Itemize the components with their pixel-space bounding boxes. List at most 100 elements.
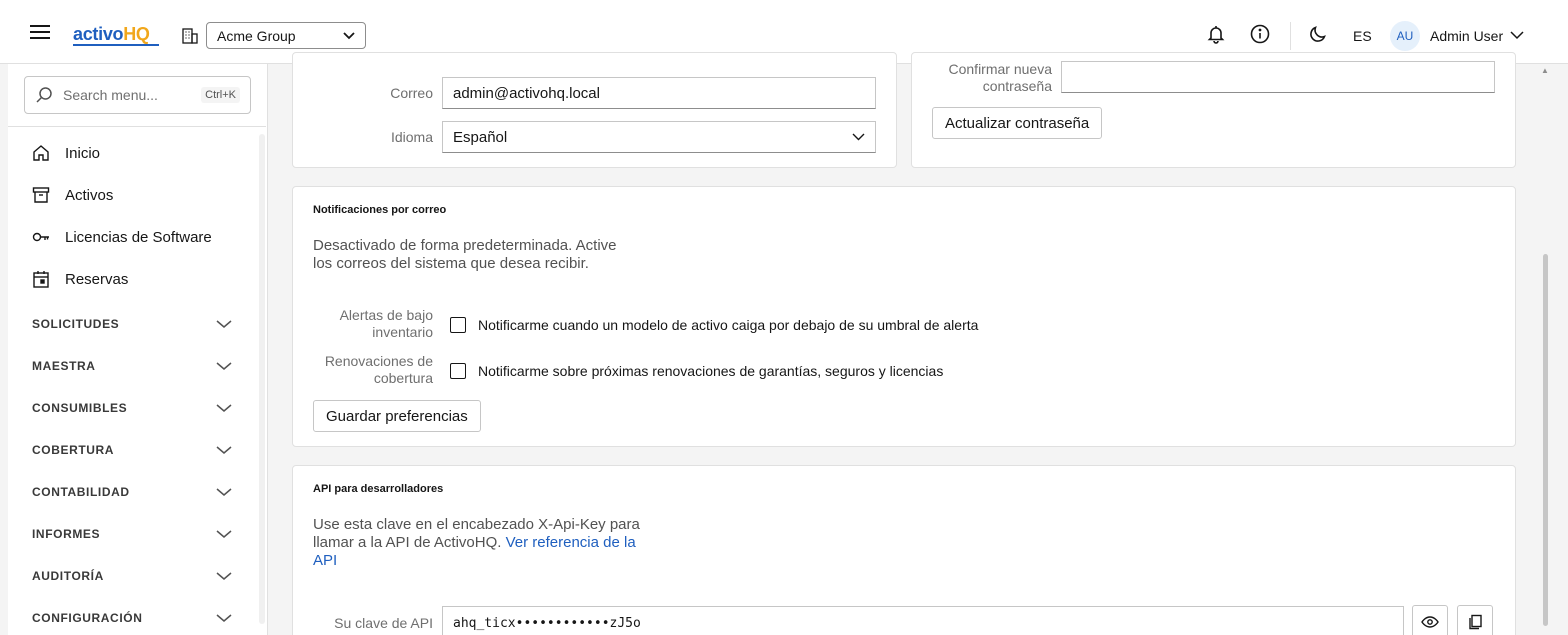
header-divider [1290,22,1291,50]
language-value: Español [453,128,508,146]
app-logo[interactable]: activoHQ [73,24,150,45]
sidebar-item-label: Activos [65,186,114,204]
sidebar-section-configuracion[interactable]: CONFIGURACIÓN [32,611,232,625]
renewals-label-line2: cobertura [373,370,433,386]
language-select[interactable]: Español [442,121,876,153]
chevron-down-icon [216,320,232,328]
confirm-password-label: Confirmar nueva contraseña [932,61,1053,95]
api-key-label: Su clave de API [334,615,433,631]
api-key-field[interactable]: ahq_ticx••••••••••••zJ5o [442,606,1404,635]
sidebar-section-informes[interactable]: INFORMES [32,527,232,541]
api-reference-link-continued[interactable]: API [313,552,640,570]
search-shortcut: Ctrl+K [201,87,240,103]
renewals-label: Renovaciones de cobertura [313,353,433,387]
sidebar-section-maestra[interactable]: MAESTRA [32,359,232,373]
building-icon [182,28,198,44]
moon-icon[interactable] [1308,24,1328,44]
renewals-checkbox[interactable] [450,363,466,379]
confirm-password-label-line2: contraseña [982,78,1052,94]
logo-text-activo: activo [73,24,124,44]
section-label: AUDITORÍA [32,569,104,583]
api-key-value: ahq_ticx••••••••••••zJ5o [453,615,641,631]
chevron-down-icon [216,362,232,370]
eye-icon [1421,616,1439,628]
language-label: Idioma [390,129,433,145]
confirm-password-field[interactable] [1061,61,1495,93]
section-label: INFORMES [32,527,101,541]
api-description-line2: llamar a la API de ActivoHQ. Ver referen… [313,534,640,552]
calendar-icon [33,271,49,288]
api-reference-link[interactable]: Ver referencia de la [506,534,636,551]
sidebar-section-contabilidad[interactable]: CONTABILIDAD [32,485,232,499]
chevron-down-icon [216,572,232,580]
chevron-down-icon [343,31,355,39]
password-card: Confirmar nueva contraseña Actualizar co… [911,52,1516,168]
email-label: Correo [390,85,433,101]
sidebar-section-cobertura[interactable]: COBERTURA [32,443,232,457]
scroll-up-arrow-icon[interactable]: ▲ [1541,66,1549,75]
email-value: admin@activohq.local [453,84,600,102]
sidebar-section-consumibles[interactable]: CONSUMIBLES [32,401,232,415]
save-preferences-button[interactable]: Guardar preferencias [313,400,481,432]
organization-select[interactable]: Acme Group [206,22,366,49]
section-label: MAESTRA [32,359,96,373]
renewals-label-line1: Renovaciones de [324,353,433,369]
sidebar-item-activos[interactable]: Activos [32,186,113,204]
sidebar-section-auditoria[interactable]: AUDITORÍA [32,569,232,583]
section-label: CONSUMIBLES [32,401,128,415]
low-stock-label-line1: Alertas de bajo [339,307,433,323]
main-scrollbar-thumb[interactable] [1543,254,1548,626]
sidebar-section-solicitudes[interactable]: SOLICITUDES [32,317,232,331]
api-card: API para desarrolladores Use esta clave … [292,465,1516,635]
search-placeholder: Search menu... [63,87,158,103]
notifications-description-line1: Desactivado de forma predeterminada. Act… [313,237,617,254]
notifications-card: Notificaciones por correo Desactivado de… [292,186,1516,447]
chevron-down-icon [216,530,232,538]
logo-text-hq: HQ [123,24,150,44]
section-label: CONTABILIDAD [32,485,130,499]
chevron-down-icon [216,614,232,622]
low-stock-label: Alertas de bajo inventario [313,307,433,341]
section-label: CONFIGURACIÓN [32,611,143,625]
chevron-down-icon [852,133,865,141]
sidebar-item-label: Reservas [65,270,129,288]
notifications-title: Notificaciones por correo [313,204,447,216]
home-icon [33,145,49,161]
renewals-text[interactable]: Notificarme sobre próximas renovaciones … [478,363,943,379]
copy-key-button[interactable] [1457,605,1493,635]
sidebar-item-inicio[interactable]: Inicio [32,144,100,162]
chevron-down-icon [216,446,232,454]
section-label: SOLICITUDES [32,317,120,331]
main-scrollbar[interactable] [1541,64,1550,635]
profile-card: Correo admin@activohq.local Idioma Españ… [292,52,897,168]
low-stock-checkbox[interactable] [450,317,466,333]
sidebar-item-label: Inicio [65,144,101,162]
sidebar-divider [8,126,266,127]
notifications-description-line2: los correos del sistema que desea recibi… [313,255,589,272]
language-toggle[interactable]: ES [1353,28,1372,44]
sidebar-item-reservas[interactable]: Reservas [32,270,128,288]
menu-icon[interactable] [30,25,50,40]
confirm-password-label-line1: Confirmar nueva [948,61,1053,77]
copy-icon [1469,614,1482,630]
key-icon [32,232,49,242]
search-menu-input[interactable]: Search menu... Ctrl+K [24,76,251,114]
bell-icon[interactable] [1206,24,1226,44]
api-title: API para desarrolladores [313,483,444,495]
chevron-down-icon[interactable] [1510,30,1524,40]
info-icon[interactable] [1250,24,1270,44]
sidebar-scrollbar[interactable] [259,134,265,624]
email-field[interactable]: admin@activohq.local [442,77,876,109]
user-name[interactable]: Admin User [1430,28,1503,44]
low-stock-text[interactable]: Notificarme cuando un modelo de activo c… [478,317,978,333]
show-key-button[interactable] [1412,605,1448,635]
chevron-down-icon [216,488,232,496]
sidebar-item-label: Licencias de Software [65,228,212,246]
section-label: COBERTURA [32,443,115,457]
api-description-line1: Use esta clave en el encabezado X-Api-Ke… [313,516,640,533]
update-password-button[interactable]: Actualizar contraseña [932,107,1103,139]
sidebar-item-licencias[interactable]: Licencias de Software [32,228,212,246]
logo-underline [73,44,159,46]
avatar[interactable]: AU [1390,21,1420,51]
sidebar: Search menu... Ctrl+K Inicio Activos Lic… [8,64,268,635]
